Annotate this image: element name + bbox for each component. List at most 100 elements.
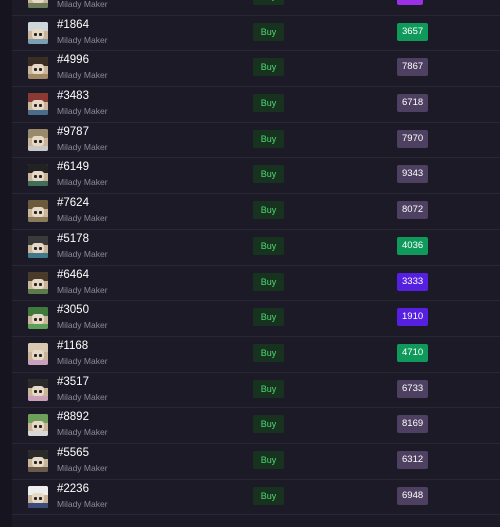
- listing-row[interactable]: #1864 Milady Maker Buy 3657: [12, 16, 500, 52]
- collection-name: Milady Maker: [57, 0, 108, 9]
- avatar-shirt: [28, 395, 48, 401]
- avatar-eye: [34, 246, 37, 250]
- nft-avatar[interactable]: [28, 57, 48, 80]
- nft-avatar[interactable]: [28, 164, 48, 187]
- listing-row[interactable]: #3517 Milady Maker Buy 6733: [12, 373, 500, 409]
- avatar-eye: [39, 211, 42, 215]
- collection-name: Milady Maker: [57, 462, 108, 473]
- buy-button[interactable]: Buy: [253, 22, 284, 41]
- avatar-eye: [34, 425, 37, 429]
- collection-name: Milady Maker: [57, 177, 108, 188]
- price-badge: 9343: [397, 165, 429, 184]
- price-badge: 8072: [397, 201, 429, 220]
- listing-row[interactable]: #9787 Milady Maker Buy 7970: [12, 123, 500, 159]
- collection-name: Milady Maker: [57, 498, 108, 509]
- listing-row[interactable]: #4996 Milady Maker Buy 7867: [12, 51, 500, 88]
- nft-avatar[interactable]: [28, 342, 48, 365]
- listing-row[interactable]: #5565 Milady Maker Buy 6312: [12, 444, 500, 480]
- collection-name: Milady Maker: [57, 213, 108, 224]
- listing-list: #3824 Milady Maker Buy 806 #1864 Milady …: [12, 0, 500, 516]
- collection-name: Milady Maker: [57, 391, 108, 402]
- buy-button[interactable]: Buy: [253, 450, 284, 469]
- listing-row[interactable]: #3824 Milady Maker Buy 806: [12, 0, 500, 16]
- nft-avatar[interactable]: [28, 93, 48, 116]
- buy-button[interactable]: Buy: [253, 94, 284, 113]
- token-id[interactable]: #9787: [57, 126, 89, 138]
- nft-avatar[interactable]: [28, 128, 48, 151]
- price-badge: 6948: [397, 486, 429, 505]
- avatar-eye: [34, 32, 37, 36]
- avatar-eye: [34, 139, 37, 143]
- token-id[interactable]: #5178: [57, 233, 89, 245]
- avatar-eye: [39, 318, 42, 322]
- avatar-eye: [34, 353, 37, 357]
- token-id[interactable]: #1168: [57, 340, 88, 352]
- buy-button[interactable]: Buy: [253, 0, 284, 5]
- price-badge: 806: [397, 0, 423, 5]
- nft-avatar[interactable]: [28, 200, 48, 223]
- buy-button[interactable]: Buy: [253, 415, 284, 434]
- buy-button[interactable]: Buy: [253, 343, 284, 362]
- token-id[interactable]: #4996: [57, 54, 89, 66]
- buy-button[interactable]: Buy: [253, 308, 284, 327]
- nft-avatar[interactable]: [28, 414, 48, 437]
- buy-button[interactable]: Buy: [253, 486, 284, 505]
- listing-row[interactable]: #3483 Milady Maker Buy 6718: [12, 87, 500, 123]
- buy-button[interactable]: Buy: [253, 201, 284, 220]
- avatar-shirt: [28, 502, 48, 508]
- buy-button[interactable]: Buy: [253, 165, 284, 184]
- price-badge: 6733: [397, 379, 429, 398]
- listing-row[interactable]: #7624 Milady Maker Buy 8072: [12, 194, 500, 230]
- listing-row[interactable]: #6464 Milady Maker Buy 3333: [12, 266, 500, 302]
- nft-avatar[interactable]: [28, 235, 48, 258]
- token-id[interactable]: #6149: [57, 161, 89, 173]
- token-id[interactable]: #1864: [57, 19, 89, 31]
- avatar-shirt: [28, 217, 48, 223]
- nft-avatar[interactable]: [28, 0, 48, 8]
- buy-button[interactable]: Buy: [253, 129, 284, 148]
- token-id[interactable]: #5565: [57, 447, 89, 459]
- avatar-eye: [39, 139, 42, 143]
- token-id[interactable]: #6464: [57, 269, 89, 281]
- avatar-shirt: [28, 288, 48, 294]
- token-id[interactable]: #8892: [57, 411, 89, 423]
- price-badge: 4036: [397, 236, 429, 255]
- nft-avatar[interactable]: [28, 378, 48, 401]
- avatar-shirt: [28, 181, 48, 187]
- price-badge: 1910: [397, 308, 429, 327]
- price-badge: 7970: [397, 129, 429, 148]
- left-gutter: [0, 0, 12, 527]
- listing-row[interactable]: #2236 Milady Maker Buy 6948: [12, 480, 500, 516]
- avatar-shirt: [28, 110, 48, 116]
- price-badge: 4710: [397, 343, 429, 362]
- nft-avatar[interactable]: [28, 271, 48, 294]
- nft-avatar[interactable]: [28, 21, 48, 44]
- token-id[interactable]: #7624: [57, 197, 89, 209]
- token-id[interactable]: #3483: [57, 90, 89, 102]
- buy-button[interactable]: Buy: [253, 272, 284, 291]
- listing-row[interactable]: #1168 Milady Maker Buy 4710: [12, 337, 500, 373]
- price-badge: 3657: [397, 22, 429, 41]
- listing-row[interactable]: #6149 Milady Maker Buy 9343: [12, 158, 500, 195]
- collection-name: Milady Maker: [57, 284, 108, 295]
- listings-page: #3824 Milady Maker Buy 806 #1864 Milady …: [0, 0, 500, 527]
- listing-row[interactable]: #8892 Milady Maker Buy 8169: [12, 408, 500, 444]
- nft-avatar[interactable]: [28, 449, 48, 472]
- avatar-eye: [39, 104, 42, 108]
- collection-name: Milady Maker: [57, 106, 108, 117]
- token-id[interactable]: #3050: [57, 304, 89, 316]
- avatar-shirt: [28, 3, 48, 8]
- buy-button[interactable]: Buy: [253, 58, 284, 77]
- listing-row[interactable]: #3050 Milady Maker Buy 1910: [12, 301, 500, 337]
- avatar-eye: [34, 104, 37, 108]
- listing-row[interactable]: #5178 Milady Maker Buy 4036: [12, 230, 500, 266]
- nft-avatar[interactable]: [28, 307, 48, 330]
- nft-avatar[interactable]: [28, 485, 48, 508]
- collection-name: Milady Maker: [57, 320, 108, 331]
- avatar-shirt: [28, 145, 48, 151]
- token-id[interactable]: #2236: [57, 483, 89, 495]
- avatar-shirt: [28, 359, 48, 365]
- buy-button[interactable]: Buy: [253, 236, 284, 255]
- buy-button[interactable]: Buy: [253, 379, 284, 398]
- token-id[interactable]: #3517: [57, 376, 89, 388]
